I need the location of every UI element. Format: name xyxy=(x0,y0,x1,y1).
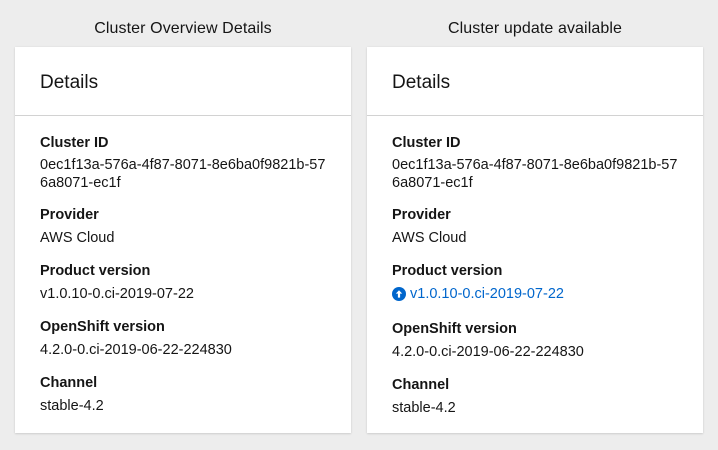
field-label: OpenShift version xyxy=(40,319,165,335)
product-version-update-link[interactable]: v1.0.10-0.ci-2019-07-22 xyxy=(392,284,564,304)
channel-field: Channel stable-4.2 xyxy=(392,375,678,418)
field-label: Channel xyxy=(392,377,450,393)
provider-field: Provider AWS Cloud xyxy=(40,205,326,248)
column-caption: Cluster update available xyxy=(447,20,623,37)
field-label: Product version xyxy=(392,263,503,279)
product-version-field: Product version v1.0.10-0.ci-2019-07-22 xyxy=(40,261,326,304)
card-title: Details xyxy=(392,72,451,93)
product-version-value: v1.0.10-0.ci-2019-07-22 xyxy=(410,286,564,302)
openshift-version-field: OpenShift version 4.2.0-0.ci-2019-06-22-… xyxy=(392,319,678,362)
field-label: Channel xyxy=(40,375,98,391)
channel-value: stable-4.2 xyxy=(40,398,104,414)
provider-field: Provider AWS Cloud xyxy=(392,205,678,248)
provider-value: AWS Cloud xyxy=(392,230,467,246)
field-label: Provider xyxy=(40,207,99,223)
channel-field: Channel stable-4.2 xyxy=(40,373,326,416)
field-label: Provider xyxy=(392,207,451,223)
card-header: Details xyxy=(367,47,703,116)
details-card: Details Cluster ID 0ec1f13a-576a-4f87-80… xyxy=(367,47,703,433)
channel-value: stable-4.2 xyxy=(392,400,456,416)
cluster-overview-column: Cluster Overview Details Details Cluster… xyxy=(15,0,351,433)
card-header: Details xyxy=(15,47,351,116)
card-body: Cluster ID 0ec1f13a-576a-4f87-8071-8e6ba… xyxy=(15,116,351,416)
openshift-version-field: OpenShift version 4.2.0-0.ci-2019-06-22-… xyxy=(40,317,326,360)
field-label: Product version xyxy=(40,263,151,279)
cluster-id-value: 0ec1f13a-576a-4f87-8071-8e6ba0f9821b-576… xyxy=(40,157,326,191)
product-version-field: Product version v1.0.10-0.ci-2019-07-22 xyxy=(392,261,678,306)
cluster-id-field: Cluster ID 0ec1f13a-576a-4f87-8071-8e6ba… xyxy=(392,133,678,192)
cluster-id-field: Cluster ID 0ec1f13a-576a-4f87-8071-8e6ba… xyxy=(40,133,326,192)
arrow-circle-up-icon xyxy=(392,287,406,301)
card-title: Details xyxy=(40,72,99,93)
field-label: Cluster ID xyxy=(392,135,461,151)
cluster-update-column: Cluster update available Details Cluster… xyxy=(367,0,703,433)
field-label: OpenShift version xyxy=(392,321,517,337)
product-version-value: v1.0.10-0.ci-2019-07-22 xyxy=(40,286,194,302)
card-body: Cluster ID 0ec1f13a-576a-4f87-8071-8e6ba… xyxy=(367,116,703,418)
cluster-id-value: 0ec1f13a-576a-4f87-8071-8e6ba0f9821b-576… xyxy=(392,157,678,191)
field-label: Cluster ID xyxy=(40,135,109,151)
provider-value: AWS Cloud xyxy=(40,230,115,246)
openshift-version-value: 4.2.0-0.ci-2019-06-22-224830 xyxy=(392,344,584,360)
details-card: Details Cluster ID 0ec1f13a-576a-4f87-80… xyxy=(15,47,351,433)
column-caption: Cluster Overview Details xyxy=(94,20,272,37)
openshift-version-value: 4.2.0-0.ci-2019-06-22-224830 xyxy=(40,342,232,358)
